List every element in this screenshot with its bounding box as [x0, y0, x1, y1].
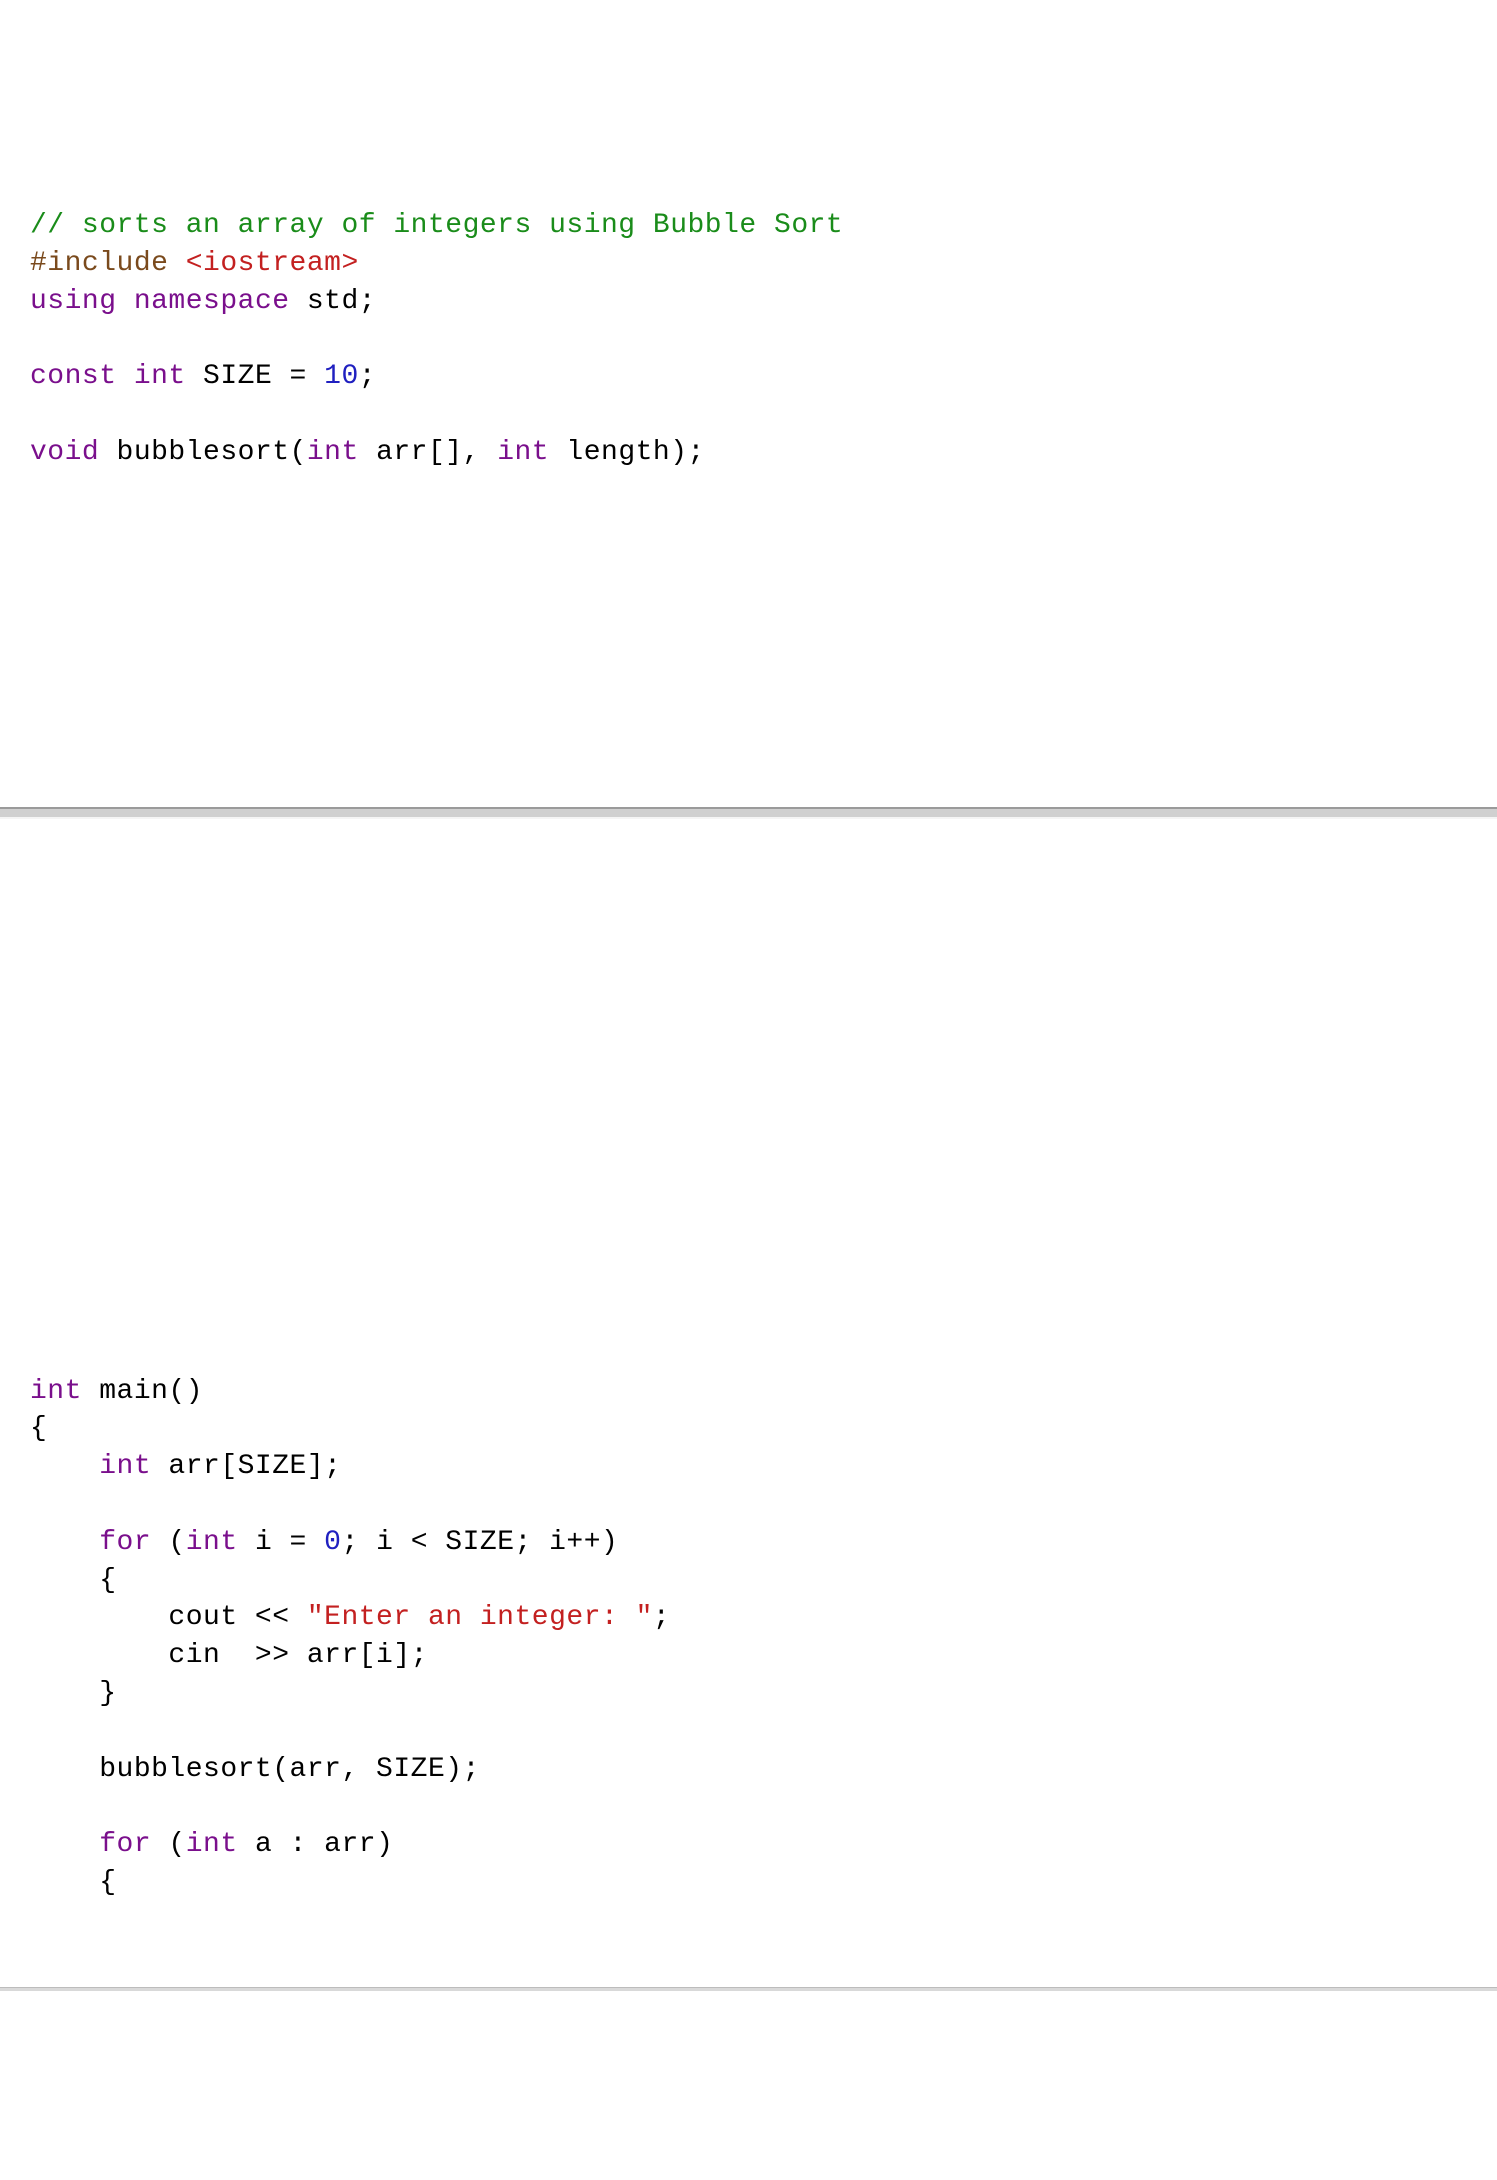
code-keyword: for [30, 1829, 168, 1860]
code-pane-top[interactable]: // sorts an array of integers using Bubb… [0, 151, 1497, 731]
code-expr: i = [255, 1527, 324, 1558]
code-ident: std; [307, 286, 376, 317]
code-type: int [497, 437, 566, 468]
code-ident: bubblesort( [117, 437, 307, 468]
code-type: int [307, 437, 376, 468]
code-preproc: #include [30, 248, 186, 279]
code-punct: ; [653, 1602, 670, 1633]
bottom-border [0, 1987, 1497, 1991]
pane-divider[interactable] [0, 807, 1497, 819]
code-type: int [186, 1527, 255, 1558]
code-string: "Enter an integer: " [307, 1602, 653, 1633]
code-stmt: bubblesort(arr, SIZE); [30, 1754, 480, 1785]
code-keyword: for [30, 1527, 168, 1558]
code-ident: arr[SIZE]; [168, 1451, 341, 1482]
code-type: int [30, 1451, 168, 1482]
code-keyword: const [30, 361, 134, 392]
code-number: 10 [324, 361, 359, 392]
code-pane-bottom[interactable]: int main() { int arr[SIZE]; for (int i =… [0, 895, 1497, 1912]
code-punct: ; [359, 361, 376, 392]
code-brace: { [30, 1413, 47, 1444]
code-brace: } [30, 1678, 117, 1709]
code-number: 0 [324, 1527, 341, 1558]
code-expr: a : arr) [255, 1829, 393, 1860]
code-ident: SIZE = [203, 361, 324, 392]
code-type: int [30, 1376, 99, 1407]
code-keyword: namespace [134, 286, 307, 317]
code-expr: ; i < SIZE; i++) [341, 1527, 618, 1558]
code-keyword: using [30, 286, 134, 317]
code-include: <iostream> [186, 248, 359, 279]
code-brace: { [30, 1565, 117, 1596]
code-type: int [134, 361, 203, 392]
code-punct: ( [168, 1829, 185, 1860]
code-punct: ( [168, 1527, 185, 1558]
code-type: int [186, 1829, 255, 1860]
code-type: void [30, 437, 117, 468]
code-ident: main() [99, 1376, 203, 1407]
code-stmt: cin >> arr[i]; [30, 1640, 428, 1671]
code-comment: // sorts an array of integers using Bubb… [30, 210, 843, 241]
code-ident: arr[], [376, 437, 497, 468]
code-ident: length); [566, 437, 704, 468]
code-stmt: cout << [30, 1602, 307, 1633]
code-brace: { [30, 1867, 117, 1898]
